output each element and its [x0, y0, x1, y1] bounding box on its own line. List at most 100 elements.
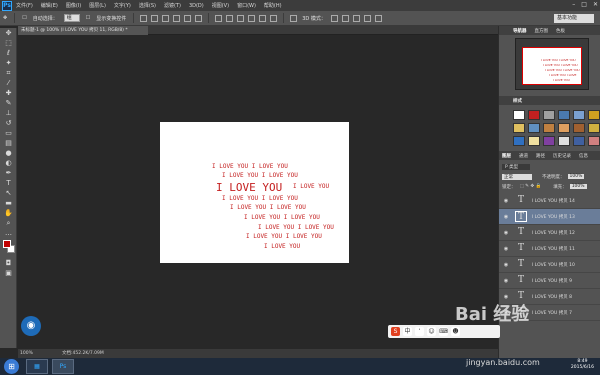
tab-navigator[interactable]: 导航器 [513, 28, 527, 34]
wifi-icon[interactable]: ◉ [21, 316, 41, 336]
eye-icon[interactable]: ◉ [502, 262, 510, 268]
layer-row[interactable]: ◉ T I LOVE YOU 拷贝 13 [499, 209, 600, 225]
eye-icon[interactable]: ◉ [502, 294, 510, 300]
screen-mode-icon[interactable]: ▣ [3, 268, 14, 278]
layer-row[interactable]: ◉ T I LOVE YOU 拷贝 10 [499, 257, 600, 273]
style-swatch[interactable] [573, 136, 585, 146]
menu-filter[interactable]: 滤镜(T) [164, 2, 181, 9]
style-swatch[interactable] [588, 123, 600, 133]
auto-align-icon[interactable] [290, 14, 298, 22]
align-top-icon[interactable] [140, 14, 148, 22]
foreground-color-swatch[interactable] [3, 240, 11, 248]
pen-tool-icon[interactable]: ✒ [3, 168, 14, 178]
distribute-icon[interactable] [215, 14, 223, 22]
mode-icon[interactable]: 中 [403, 327, 412, 336]
taskbar-photoshop-app[interactable]: Ps [52, 359, 74, 374]
brush-tool-icon[interactable]: ✎ [3, 98, 14, 108]
style-swatch[interactable] [558, 123, 570, 133]
menu-file[interactable]: 文件(F) [16, 2, 33, 9]
keyboard-icon[interactable]: ⌨ [439, 327, 448, 336]
sogou-ime-icon[interactable]: S [391, 327, 400, 336]
fill-field[interactable]: 100% [569, 184, 587, 189]
gradient-tool-icon[interactable]: ▤ [3, 138, 14, 148]
layer-row[interactable]: ◉ T I LOVE YOU 拷贝 12 [499, 225, 600, 241]
style-swatch[interactable] [588, 136, 600, 146]
layer-kind-dropdown[interactable]: P 类型 [502, 163, 530, 170]
rotate-3d-icon[interactable] [330, 14, 338, 22]
document-tab[interactable]: 未标题-1 @ 100% (I LOVE YOU 拷贝 11, RGB/8) * [18, 26, 148, 35]
color-swatches[interactable] [2, 240, 15, 256]
align-left-icon[interactable] [173, 14, 181, 22]
healing-brush-icon[interactable]: ✚ [3, 88, 14, 98]
layer-row[interactable]: ◉ T I LOVE YOU 拷贝 14 [499, 193, 600, 209]
user-icon[interactable]: ☻ [451, 327, 460, 336]
style-swatch[interactable] [513, 136, 525, 146]
taskbar-explorer-icon[interactable]: ▦ [26, 359, 48, 374]
align-center-icon[interactable] [184, 14, 192, 22]
roll-3d-icon[interactable] [341, 14, 349, 22]
dodge-tool-icon[interactable]: ◐ [3, 158, 14, 168]
eye-icon[interactable]: ◉ [502, 246, 510, 252]
lasso-tool-icon[interactable]: ℓ [3, 48, 14, 58]
align-right-icon[interactable] [195, 14, 203, 22]
type-tool-icon[interactable]: T [3, 178, 14, 188]
style-swatch[interactable] [588, 110, 600, 120]
punct-icon[interactable]: ʼ [415, 327, 424, 336]
layer-row[interactable]: ◉ T I LOVE YOU 拷贝 9 [499, 273, 600, 289]
menu-select[interactable]: 选择(S) [139, 2, 156, 9]
shape-tool-icon[interactable]: ▬ [3, 198, 14, 208]
lock-icons[interactable]: ⬚ ✎ ✥ 🔒 [520, 184, 542, 189]
style-swatch[interactable] [573, 110, 585, 120]
path-select-icon[interactable]: ↖ [3, 188, 14, 198]
distribute-icon[interactable] [259, 14, 267, 22]
quick-mask-icon[interactable]: ◘ [3, 258, 14, 268]
crop-tool-icon[interactable]: ⌗ [3, 68, 14, 78]
style-swatch[interactable] [543, 123, 555, 133]
scale-3d-icon[interactable] [374, 14, 382, 22]
history-brush-icon[interactable]: ↺ [3, 118, 14, 128]
emoji-icon[interactable]: ☺ [427, 327, 436, 336]
zoom-tool-icon[interactable]: ⌕ [3, 218, 14, 228]
distribute-icon[interactable] [237, 14, 245, 22]
menu-help[interactable]: 帮助(H) [264, 2, 282, 9]
align-middle-icon[interactable] [151, 14, 159, 22]
tab-history[interactable]: 历史记录 [553, 153, 571, 159]
menu-image[interactable]: 图像(I) [66, 2, 81, 9]
menu-window[interactable]: 窗口(W) [237, 2, 256, 9]
opacity-field[interactable]: 100% [567, 174, 585, 179]
tab-paths[interactable]: 路径 [536, 153, 545, 159]
blend-mode-dropdown[interactable]: 正常 [502, 173, 532, 180]
tab-swatches[interactable]: 色板 [556, 28, 565, 34]
tab-info[interactable]: 信息 [579, 153, 588, 159]
style-swatch[interactable] [558, 110, 570, 120]
move-tool-icon[interactable]: ✥ [3, 28, 14, 38]
tab-channels[interactable]: 通道 [519, 153, 528, 159]
style-swatch[interactable] [513, 123, 525, 133]
navigator-preview[interactable]: I LOVE YOU I LOVE YOU I LOVE YOU I LOVE … [515, 38, 589, 90]
auto-select-checkbox[interactable]: ☐ [22, 15, 26, 21]
distribute-icon[interactable] [270, 14, 278, 22]
tab-histogram[interactable]: 直方图 [535, 28, 549, 34]
canvas-area[interactable]: I LOVE YOU I LOVE YOU I LOVE YOU I LOVE … [18, 35, 498, 347]
style-swatch[interactable] [528, 110, 540, 120]
more-tools-icon[interactable]: … [3, 228, 14, 238]
move-tool-icon[interactable]: ✥ [3, 15, 7, 21]
style-swatch[interactable] [558, 136, 570, 146]
zoom-level[interactable]: 100% [20, 349, 33, 358]
magic-wand-tool-icon[interactable]: ✦ [3, 58, 14, 68]
hand-tool-icon[interactable]: ✋ [3, 208, 14, 218]
document-canvas[interactable]: I LOVE YOU I LOVE YOU I LOVE YOU I LOVE … [160, 122, 349, 263]
eye-icon[interactable]: ◉ [502, 278, 510, 284]
eye-icon[interactable]: ◉ [502, 198, 510, 204]
style-swatch[interactable] [528, 136, 540, 146]
blur-tool-icon[interactable]: ● [3, 148, 14, 158]
align-bottom-icon[interactable] [162, 14, 170, 22]
menu-edit[interactable]: 编辑(E) [41, 2, 58, 9]
menu-3d[interactable]: 3D(D) [189, 3, 204, 9]
style-swatch[interactable] [543, 136, 555, 146]
style-swatch[interactable] [528, 123, 540, 133]
menu-type[interactable]: 文字(Y) [114, 2, 131, 9]
close-icon[interactable]: ✕ [593, 1, 598, 8]
marquee-tool-icon[interactable]: ⬚ [3, 38, 14, 48]
start-button[interactable]: ⊞ [4, 359, 19, 374]
